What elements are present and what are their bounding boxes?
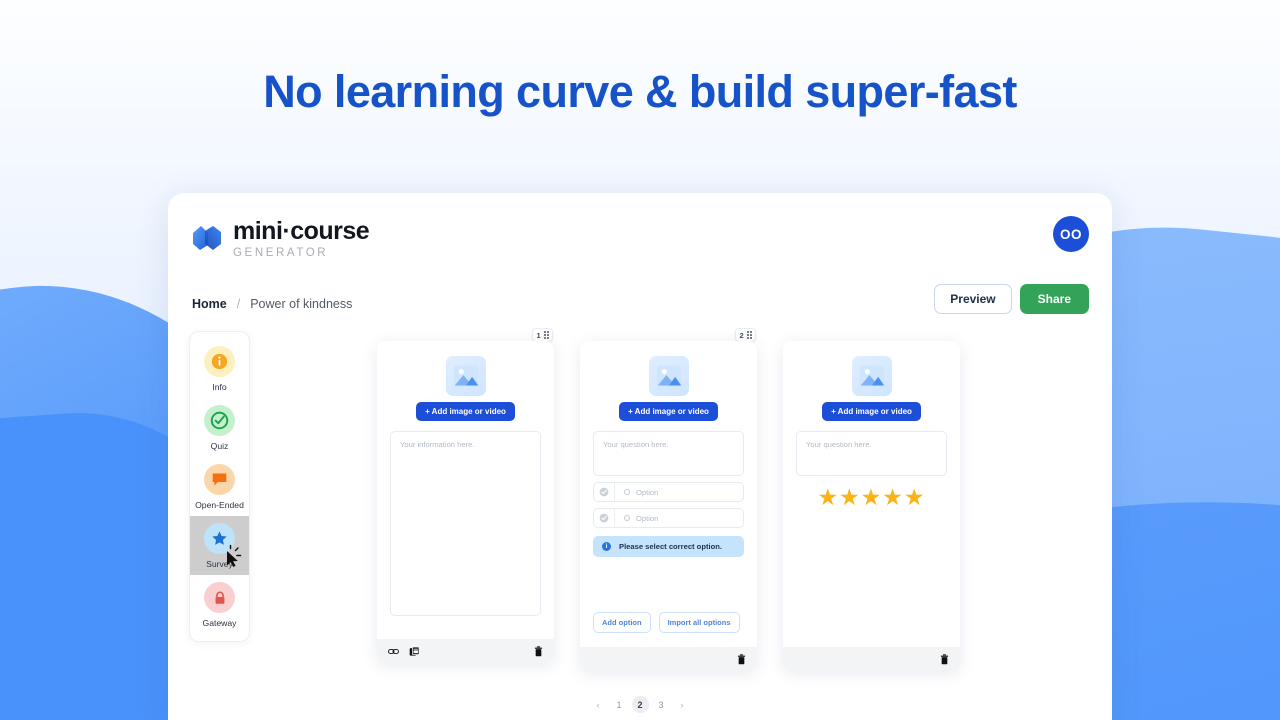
drag-grip-icon[interactable] [543, 330, 549, 340]
card-badge[interactable]: 1 [532, 328, 553, 342]
block-type-rail: Info Quiz Open-Ended Survey Gateway [189, 331, 250, 642]
card-footer [783, 647, 960, 671]
avatar[interactable]: OO [1053, 216, 1089, 252]
trash-icon[interactable] [737, 653, 746, 665]
brand-title: mini·course [233, 217, 370, 245]
app-window: mini·course GENERATOR OO Home / Power of… [168, 193, 1112, 720]
add-option-button[interactable]: Add option [593, 612, 651, 633]
page-headline: No learning curve & build super-fast [263, 66, 1017, 117]
card-footer [377, 639, 554, 663]
breadcrumb-current: Power of kindness [250, 297, 353, 311]
chat-icon [204, 464, 235, 495]
card-rating: + Add image or video Your question here.… [783, 341, 960, 671]
validation-alert: i Please select correct option. [593, 536, 744, 557]
sidebar-item-label: Open-Ended [195, 500, 244, 510]
import-options-button[interactable]: Import all options [658, 612, 740, 633]
card-body-quiz: + Add image or video Your question here.… [580, 341, 757, 671]
card-footer [580, 647, 757, 671]
star-rating[interactable]: ★★★★★ [796, 486, 947, 509]
info-alert-icon: i [602, 542, 611, 551]
option-radio[interactable] [624, 489, 630, 495]
card-info: 1 + Add image or video Your information … [377, 328, 554, 663]
trash-icon[interactable] [534, 645, 543, 657]
question-input[interactable]: Your question here. [593, 431, 744, 476]
option-input[interactable]: Option [636, 514, 658, 523]
header-actions: Preview Share [934, 284, 1089, 314]
pagination: ‹ 1 2 3 › [168, 696, 1112, 713]
mark-correct-icon[interactable] [594, 483, 615, 501]
breadcrumb-home[interactable]: Home [192, 297, 227, 311]
card-body-rating: + Add image or video Your question here.… [783, 341, 960, 671]
info-icon [204, 346, 235, 377]
option-input[interactable]: Option [636, 488, 658, 497]
brand-logo[interactable]: mini·course GENERATOR [192, 219, 1088, 260]
mark-correct-icon[interactable] [594, 509, 615, 527]
star-icon [204, 523, 235, 554]
image-placeholder-icon [445, 356, 486, 396]
sidebar-item-info[interactable]: Info [190, 339, 249, 398]
workspace: Info Quiz Open-Ended Survey Gateway 1 + … [168, 327, 1112, 720]
share-button[interactable]: Share [1019, 284, 1089, 314]
pagination-next[interactable]: › [674, 696, 691, 713]
sidebar-item-open-ended[interactable]: Open-Ended [190, 457, 249, 516]
option-row[interactable]: Option [593, 508, 744, 528]
check-icon [204, 405, 235, 436]
sidebar-item-label: Survey [206, 559, 233, 569]
image-placeholder-icon [851, 356, 892, 396]
breadcrumb-separator: / [236, 297, 241, 311]
app-header: mini·course GENERATOR OO [168, 193, 1112, 281]
pagination-page-2[interactable]: 2 [631, 696, 649, 713]
duplicate-icon[interactable] [409, 646, 420, 657]
link-icon[interactable] [388, 646, 399, 657]
question-input[interactable]: Your question here. [796, 431, 947, 476]
minicourse-logo-icon [193, 226, 221, 250]
pagination-prev[interactable]: ‹ [590, 696, 607, 713]
pagination-page-1[interactable]: 1 [611, 696, 628, 713]
card-badge[interactable]: 2 [735, 328, 756, 342]
lock-icon [204, 582, 235, 613]
card-body-info: + Add image or video Your information he… [377, 341, 554, 663]
sidebar-item-label: Gateway [202, 618, 237, 628]
add-media-button[interactable]: + Add image or video [619, 402, 718, 421]
sidebar-item-survey[interactable]: Survey [190, 516, 249, 575]
drag-grip-icon[interactable] [746, 330, 752, 340]
card-quiz: 2 + Add image or video Your question her… [580, 328, 757, 671]
validation-alert-text: Please select correct option. [619, 542, 722, 551]
image-placeholder-icon [648, 356, 689, 396]
sidebar-item-gateway[interactable]: Gateway [190, 575, 249, 634]
add-media-button[interactable]: + Add image or video [416, 402, 515, 421]
add-media-button[interactable]: + Add image or video [822, 402, 921, 421]
trash-icon[interactable] [940, 653, 949, 665]
card-number: 2 [739, 330, 744, 340]
sidebar-item-label: Quiz [210, 441, 229, 451]
card-number: 1 [536, 330, 541, 340]
sidebar-item-quiz[interactable]: Quiz [190, 398, 249, 457]
breadcrumb-bar: Home / Power of kindness Preview Share [168, 281, 1112, 327]
information-input[interactable]: Your information here. [390, 431, 541, 616]
option-radio[interactable] [624, 515, 630, 521]
brand-subtitle: GENERATOR [233, 247, 329, 259]
sidebar-item-label: Info [212, 382, 227, 392]
breadcrumb: Home / Power of kindness [192, 297, 352, 311]
option-actions: Add option Import all options [593, 612, 744, 633]
pagination-page-3[interactable]: 3 [653, 696, 670, 713]
option-row[interactable]: Option [593, 482, 744, 502]
preview-button[interactable]: Preview [934, 284, 1012, 314]
